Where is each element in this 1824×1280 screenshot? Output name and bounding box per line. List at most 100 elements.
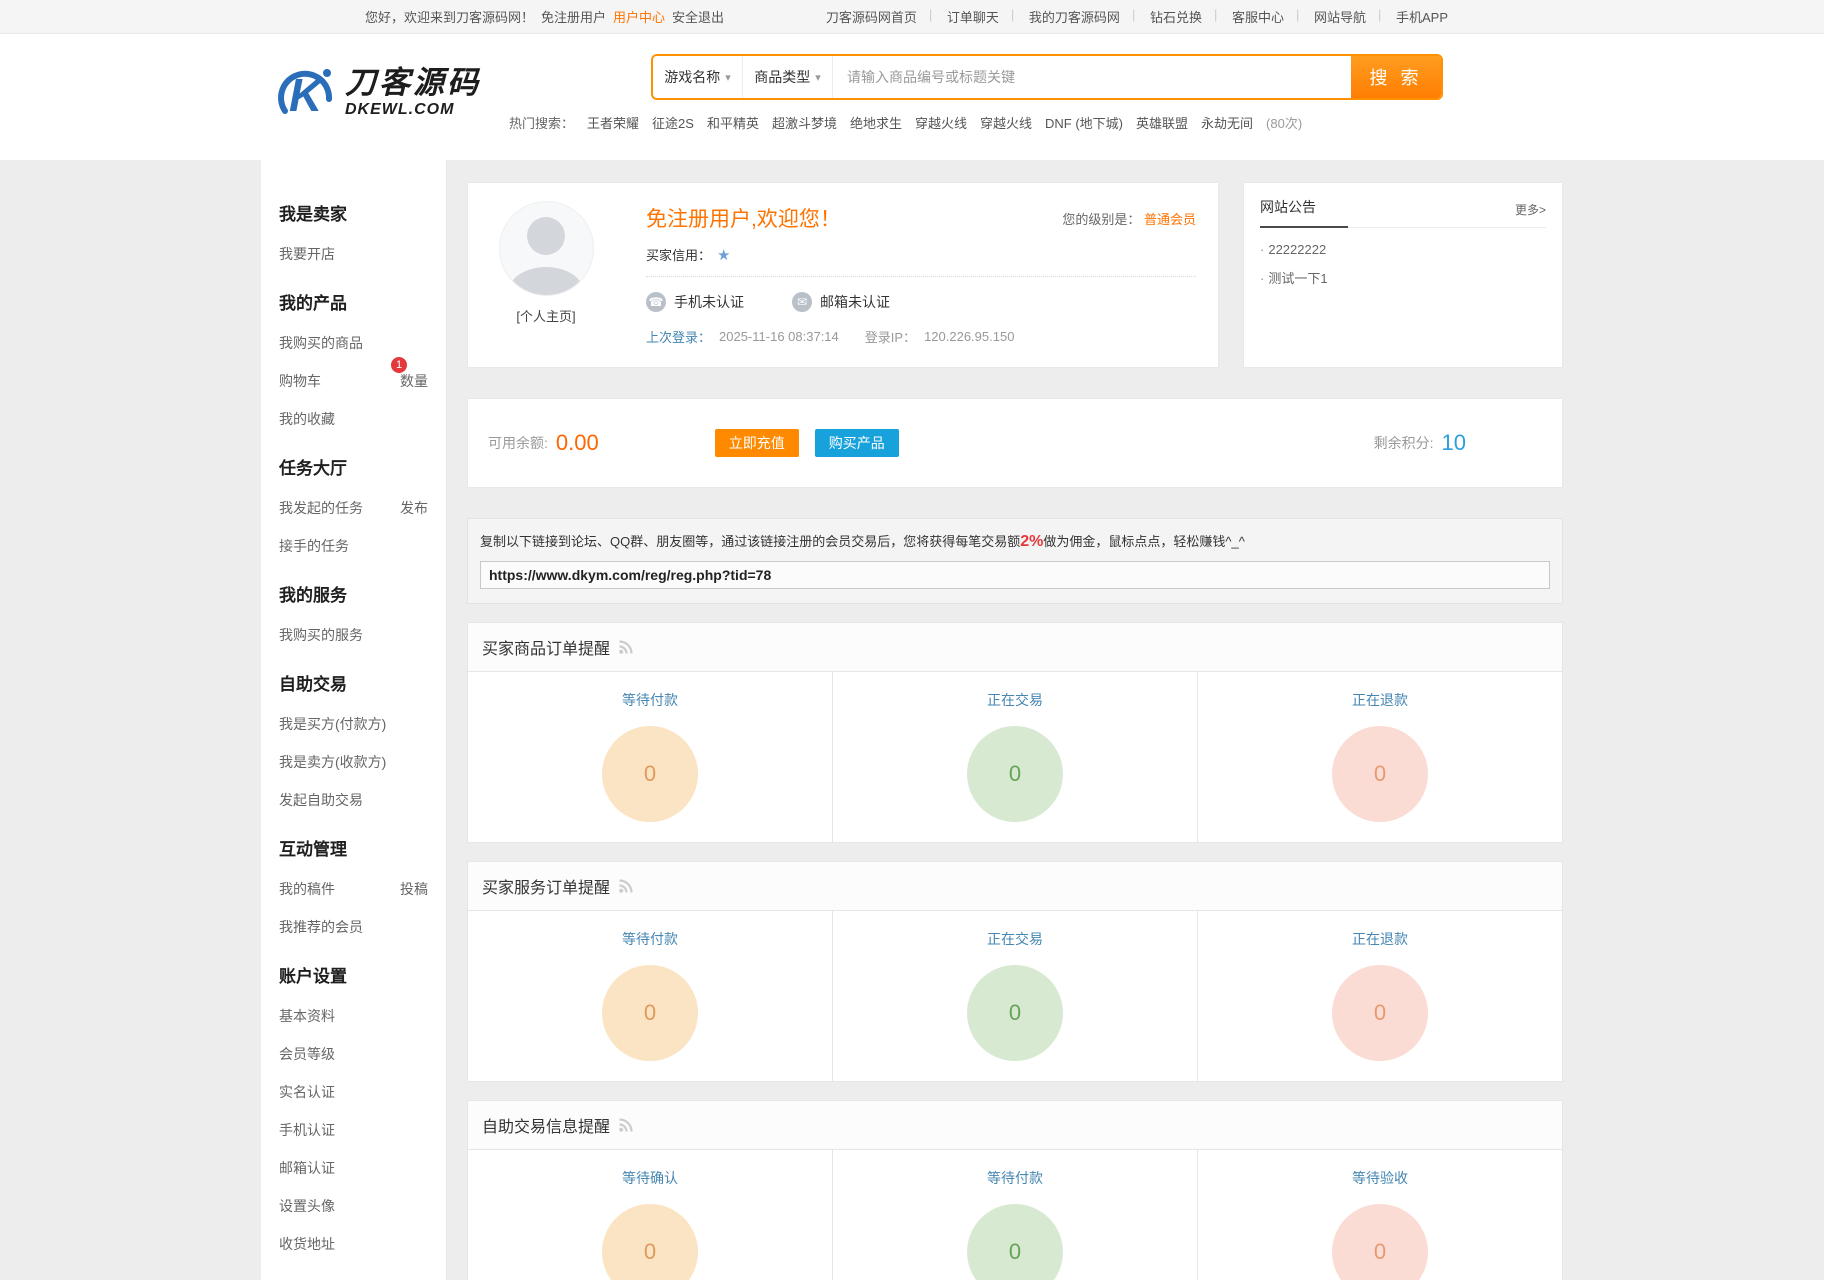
sidebar-item-my-articles[interactable]: 我的稿件 投稿 — [261, 870, 446, 908]
member-level-link[interactable]: 普通会员 — [1144, 212, 1196, 227]
logout-link[interactable]: 安全退出 — [672, 7, 724, 26]
refunding-link[interactable]: 正在退款 — [1352, 931, 1408, 947]
trading-link[interactable]: 正在交易 — [987, 931, 1043, 947]
game-name-dropdown[interactable]: 游戏名称 ▾ — [653, 56, 743, 98]
sidebar-item-purchased-services[interactable]: 我购买的服务 — [261, 616, 446, 654]
nav-diamond-exchange-link[interactable]: 钻石兑换 — [1135, 7, 1217, 26]
announcement-item[interactable]: 测试一下1 — [1260, 268, 1546, 287]
hot-keyword[interactable]: 超激斗梦境 — [772, 113, 837, 132]
sidebar-item-set-avatar[interactable]: 设置头像 — [261, 1187, 446, 1225]
sidebar-item-start-self-trade[interactable]: 发起自助交易 — [261, 781, 446, 819]
hot-keyword[interactable]: 穿越火线 — [915, 113, 967, 132]
order-count: 0 — [644, 1000, 656, 1026]
refunding-link[interactable]: 正在退款 — [1352, 692, 1408, 708]
sidebar-item-realname-verify[interactable]: 实名认证 — [261, 1073, 446, 1111]
announcement-item[interactable]: 22222222 — [1260, 242, 1546, 257]
sidebar-item-label[interactable]: 我推荐的会员 — [279, 917, 363, 937]
order-count-circle[interactable]: 0 — [1332, 1204, 1428, 1280]
mail-verify-status[interactable]: ✉ 邮箱未认证 — [792, 292, 890, 312]
star-icon: ★ — [717, 246, 730, 264]
sidebar-item-label[interactable]: 基本资料 — [279, 1006, 335, 1026]
referral-url-input[interactable] — [480, 561, 1550, 589]
hot-keyword[interactable]: 英雄联盟 — [1136, 113, 1188, 132]
sidebar-item-label[interactable]: 我是卖方(收款方) — [279, 752, 386, 772]
order-count-circle[interactable]: 0 — [1332, 726, 1428, 822]
trading-link[interactable]: 正在交易 — [987, 692, 1043, 708]
hot-keyword[interactable]: DNF (地下城) — [1045, 113, 1123, 132]
announcement-more-link[interactable]: 更多> — [1515, 201, 1546, 227]
sidebar-item-email-verify[interactable]: 邮箱认证 — [261, 1149, 446, 1187]
sidebar-item-label[interactable]: 设置头像 — [279, 1196, 335, 1216]
sidebar-item-label[interactable]: 我的稿件 — [279, 879, 335, 899]
sidebar-item-label[interactable]: 我购买的服务 — [279, 625, 363, 645]
hot-keyword[interactable]: 绝地求生 — [850, 113, 902, 132]
waiting-payment-link[interactable]: 等待付款 — [622, 931, 678, 947]
sidebar-item-label[interactable]: 收货地址 — [279, 1234, 335, 1254]
sidebar-item-purchased-goods[interactable]: 我购买的商品 — [261, 324, 446, 362]
order-count-circle[interactable]: 0 — [967, 726, 1063, 822]
buy-product-button[interactable]: 购买产品 — [815, 429, 899, 457]
sidebar-item-label[interactable]: 邮箱认证 — [279, 1158, 335, 1178]
hot-keyword[interactable]: 穿越火线 — [980, 113, 1032, 132]
submit-article-link[interactable]: 投稿 — [400, 879, 428, 899]
product-type-dropdown[interactable]: 商品类型 ▾ — [743, 56, 833, 98]
sidebar-item-label[interactable]: 手机认证 — [279, 1120, 335, 1140]
order-count-circle[interactable]: 0 — [602, 726, 698, 822]
order-count-circle[interactable]: 0 — [1332, 965, 1428, 1061]
nav-service-center-link[interactable]: 客服中心 — [1217, 7, 1299, 26]
search-input[interactable] — [833, 56, 1351, 98]
publish-task-link[interactable]: 发布 — [400, 498, 428, 518]
site-logo[interactable]: K 刀客源码 DKEWL.COM — [275, 56, 481, 130]
waiting-payment-link[interactable]: 等待付款 — [987, 1170, 1043, 1186]
order-count: 0 — [644, 761, 656, 787]
hot-keyword[interactable]: 王者荣耀 — [587, 113, 639, 132]
sidebar-item-buyer-payer[interactable]: 我是买方(付款方) — [261, 705, 446, 743]
sidebar-item-my-tasks[interactable]: 我发起的任务 发布 — [261, 489, 446, 527]
sidebar-item-label[interactable]: 我要开店 — [279, 244, 335, 264]
hot-search-row: 热门搜索： 王者荣耀 征途2S 和平精英 超激斗梦境 绝地求生 穿越火线 穿越火… — [509, 113, 1563, 132]
sidebar-item-label[interactable]: 我的收藏 — [279, 409, 335, 429]
sidebar-group-self-trade: 自助交易 — [279, 670, 428, 695]
sidebar-item-label[interactable]: 会员等级 — [279, 1044, 335, 1064]
sidebar-item-referred-members[interactable]: 我推荐的会员 — [261, 908, 446, 946]
order-count-circle[interactable]: 0 — [967, 965, 1063, 1061]
waiting-acceptance-link[interactable]: 等待验收 — [1352, 1170, 1408, 1186]
user-center-link[interactable]: 用户中心 — [613, 7, 665, 26]
order-count-circle[interactable]: 0 — [967, 1204, 1063, 1280]
nav-home-link[interactable]: 刀客源码网首页 — [811, 7, 932, 26]
waiting-confirm-link[interactable]: 等待确认 — [622, 1170, 678, 1186]
sidebar-item-shipping-address[interactable]: 收货地址 — [261, 1225, 446, 1263]
sidebar-item-label[interactable]: 发起自助交易 — [279, 790, 363, 810]
profile-home-link[interactable]: [个人主页] — [490, 306, 602, 325]
hot-keyword[interactable]: 和平精英 — [707, 113, 759, 132]
sidebar-item-favorites[interactable]: 我的收藏 — [261, 400, 446, 438]
sidebar-item-label[interactable]: 实名认证 — [279, 1082, 335, 1102]
recharge-button[interactable]: 立即充值 — [715, 429, 799, 457]
search-button[interactable]: 搜 索 — [1351, 56, 1441, 98]
sidebar-item-label[interactable]: 我购买的商品 — [279, 333, 363, 353]
nav-my-dkewl-link[interactable]: 我的刀客源码网 — [1014, 7, 1135, 26]
order-count: 0 — [1374, 1000, 1386, 1026]
order-count-circle[interactable]: 0 — [602, 1204, 698, 1280]
phone-verify-status[interactable]: ☎ 手机未认证 — [646, 292, 744, 312]
sidebar-item-member-level[interactable]: 会员等级 — [261, 1035, 446, 1073]
nav-mobile-app-link[interactable]: 手机APP — [1381, 7, 1463, 26]
avatar[interactable] — [499, 201, 594, 296]
hot-keyword[interactable]: 永劫无间 — [1201, 113, 1253, 132]
sidebar-item-label[interactable]: 接手的任务 — [279, 536, 349, 556]
hot-keyword[interactable]: 征途2S — [652, 113, 694, 132]
sidebar-item-label[interactable]: 我是买方(付款方) — [279, 714, 386, 734]
sidebar-item-cart[interactable]: 购物车 1 数量 — [261, 362, 446, 400]
sidebar-item-basic-info[interactable]: 基本资料 — [261, 997, 446, 1035]
cart-quantity-link[interactable]: 数量 — [400, 373, 428, 389]
sidebar-item-accepted-tasks[interactable]: 接手的任务 — [261, 527, 446, 565]
order-count-circle[interactable]: 0 — [602, 965, 698, 1061]
waiting-payment-link[interactable]: 等待付款 — [622, 692, 678, 708]
sidebar-item-phone-verify[interactable]: 手机认证 — [261, 1111, 446, 1149]
sidebar-item-label[interactable]: 购物车 — [279, 371, 321, 391]
sidebar-item-open-shop[interactable]: 我要开店 — [261, 235, 446, 273]
nav-site-map-link[interactable]: 网站导航 — [1299, 7, 1381, 26]
sidebar-item-label[interactable]: 我发起的任务 — [279, 498, 363, 518]
sidebar-item-seller-payee[interactable]: 我是卖方(收款方) — [261, 743, 446, 781]
nav-order-chat-link[interactable]: 订单聊天 — [932, 7, 1014, 26]
